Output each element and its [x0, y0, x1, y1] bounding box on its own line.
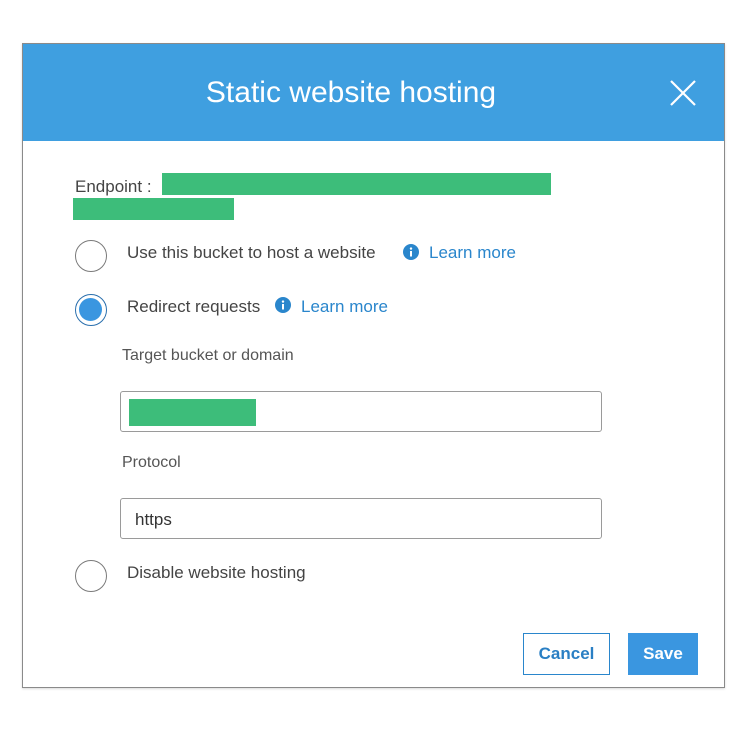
- dialog-title: Static website hosting: [205, 76, 497, 109]
- close-button[interactable]: [668, 78, 698, 108]
- disable-hosting-label: Disable website hosting: [127, 563, 306, 582]
- host-website-radio[interactable]: [75, 240, 107, 272]
- target-bucket-label: Target bucket or domain: [122, 347, 294, 364]
- endpoint-label: Endpoint :: [75, 177, 152, 196]
- target-bucket-value-redacted: [129, 399, 256, 426]
- host-website-label: Use this bucket to host a website: [127, 243, 376, 262]
- endpoint-value-redacted: [162, 173, 551, 195]
- redirect-requests-radio[interactable]: [75, 294, 107, 326]
- cancel-button[interactable]: Cancel: [523, 633, 610, 675]
- save-button[interactable]: Save: [628, 633, 698, 675]
- close-icon: [670, 80, 696, 106]
- static-website-hosting-dialog: Static website hosting Endpoint : Use th…: [22, 43, 725, 688]
- host-website-learn-more-link[interactable]: Learn more: [429, 243, 516, 263]
- target-bucket-input[interactable]: [120, 391, 602, 432]
- disable-hosting-radio[interactable]: [75, 560, 107, 592]
- info-icon: [275, 297, 291, 313]
- dialog-header: Static website hosting: [23, 44, 724, 141]
- endpoint-value-redacted-line2: [73, 198, 234, 220]
- protocol-input[interactable]: https: [120, 498, 602, 539]
- redirect-requests-label: Redirect requests: [127, 297, 261, 316]
- redirect-requests-learn-more-link[interactable]: Learn more: [301, 297, 388, 317]
- protocol-value: https: [135, 510, 172, 529]
- protocol-label: Protocol: [122, 454, 181, 471]
- info-icon: [403, 244, 419, 260]
- radio-selected-dot: [79, 298, 102, 321]
